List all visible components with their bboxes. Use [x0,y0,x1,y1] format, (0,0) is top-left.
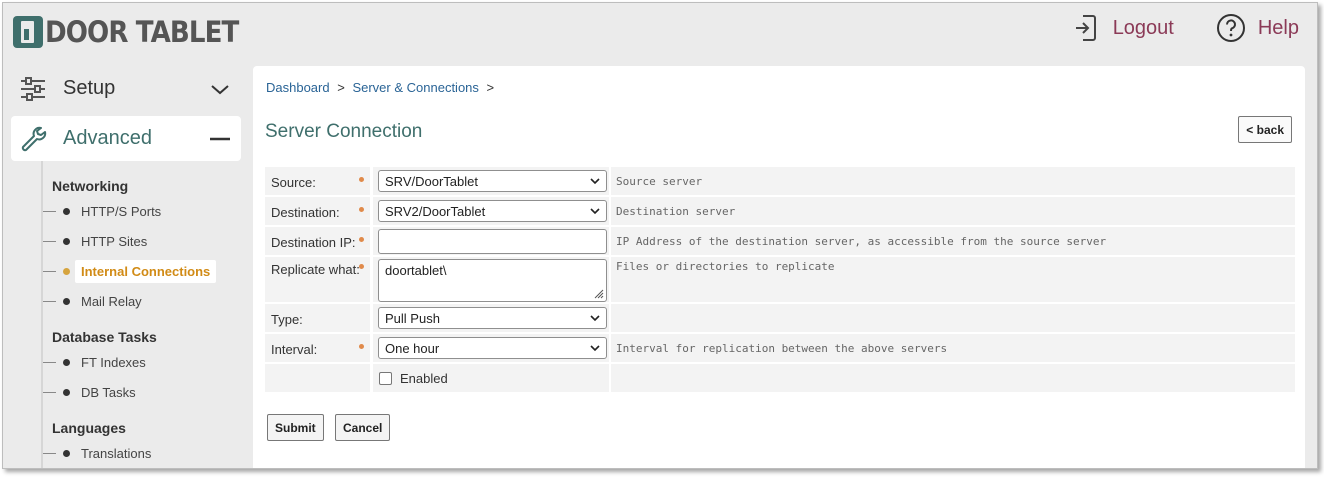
bullet-icon [63,297,70,305]
logout-link[interactable]: Logout [1071,13,1174,43]
source-hint: Source server [611,167,1295,195]
destination-hint: Destination server [611,197,1295,225]
breadcrumb: Dashboard > Server & Connections > [266,80,495,95]
sidebar-item-db-tasks[interactable]: DB Tasks [43,380,136,404]
form-row-interval: Interval: One hour Interval for replicat… [265,333,1295,363]
required-icon [359,177,364,182]
chevron-down-icon [590,315,600,322]
group-languages: Languages [52,420,126,436]
required-icon [359,264,364,269]
group-database-tasks: Database Tasks [52,329,157,345]
sidebar-item-http-sites[interactable]: HTTP Sites [43,229,147,253]
resize-grip-icon[interactable] [593,288,604,299]
form-row-source: Source: SRV/DoorTablet Source server [265,166,1295,196]
form-row-type: Type: Pull Push [265,303,1295,333]
bullet-icon [63,388,70,396]
replicate-label: Replicate what: [265,257,370,302]
form-row-enabled: Enabled [265,363,1295,393]
required-icon [359,207,364,212]
door-logo-icon [13,16,43,48]
breadcrumb-server-connections[interactable]: Server & Connections [352,80,478,95]
breadcrumb-dashboard[interactable]: Dashboard [266,80,330,95]
help-icon [1216,14,1245,42]
advanced-submenu: Networking HTTP/S Ports HTTP Sites Inter… [41,161,256,468]
chevron-down-icon [590,178,600,185]
required-icon [359,237,364,242]
destination-ip-input[interactable] [378,229,607,254]
menu-setup[interactable]: Setup [11,66,241,111]
connection-form: Source: SRV/DoorTablet Source server Des… [265,166,1295,393]
logout-icon [1075,15,1096,41]
type-label: Type: [265,304,370,332]
menu-setup-label: Setup [63,77,116,99]
header-links: Logout Help [1029,13,1299,43]
bullet-icon [63,237,70,245]
bullet-icon [63,267,70,275]
collapse-minus-icon[interactable] [209,128,231,150]
help-link[interactable]: Help [1216,13,1299,43]
destination-label: Destination: [265,197,370,225]
type-hint [611,304,1295,332]
chevron-down-icon [590,208,600,215]
sidebar-item-translations[interactable]: Translations [43,441,151,465]
page-title: Server Connection [265,121,423,142]
main-panel: Dashboard > Server & Connections > Serve… [253,66,1305,468]
help-label: Help [1257,16,1299,39]
app-window: DOOR TABLET Logout Help Setup Advanced N… [2,2,1318,469]
interval-hint: Interval for replication between the abo… [611,334,1295,362]
required-icon [359,344,364,349]
back-button[interactable]: < back [1238,116,1292,143]
logout-label: Logout [1112,16,1174,39]
bullet-icon [63,449,70,457]
interval-label: Interval: [265,334,370,362]
enabled-label[interactable]: Enabled [400,371,448,386]
interval-select[interactable]: One hour [378,337,607,359]
sidebar-item-ft-indexes[interactable]: FT Indexes [43,350,146,374]
destination-ip-label: Destination IP: [265,227,370,255]
sidebar-item-internal-connections[interactable]: Internal Connections [43,259,217,283]
sliders-icon [21,76,45,101]
source-label: Source: [265,167,370,195]
bullet-icon [63,207,70,215]
cancel-button[interactable]: Cancel [335,414,391,441]
form-row-destination-ip: Destination IP: IP Address of the destin… [265,226,1295,256]
form-row-replicate: Replicate what: doortablet\ Files or dir… [265,256,1295,303]
source-select[interactable]: SRV/DoorTablet [378,170,607,192]
submit-button[interactable]: Submit [267,414,324,441]
chevron-down-icon [590,345,600,352]
form-row-destination: Destination: SRV2/DoorTablet Destination… [265,196,1295,226]
sidebar-item-mail-relay[interactable]: Mail Relay [43,289,142,313]
menu-advanced[interactable]: Advanced [11,116,241,161]
chevron-down-icon[interactable] [209,78,231,100]
wrench-icon [21,126,47,151]
brand-name: DOOR TABLET [45,15,239,49]
replicate-textarea[interactable]: doortablet\ [378,259,607,302]
menu-advanced-label: Advanced [63,127,152,149]
type-select[interactable]: Pull Push [378,307,607,329]
door-tablet-logo[interactable]: DOOR TABLET [13,15,260,49]
destination-select[interactable]: SRV2/DoorTablet [378,200,607,222]
bullet-icon [63,358,70,366]
group-networking: Networking [52,178,129,194]
destination-ip-hint: IP Address of the destination server, as… [611,227,1295,255]
sidebar-item-https-ports[interactable]: HTTP/S Ports [43,199,161,223]
replicate-hint: Files or directories to replicate [611,257,1295,302]
enabled-checkbox[interactable] [379,372,392,385]
